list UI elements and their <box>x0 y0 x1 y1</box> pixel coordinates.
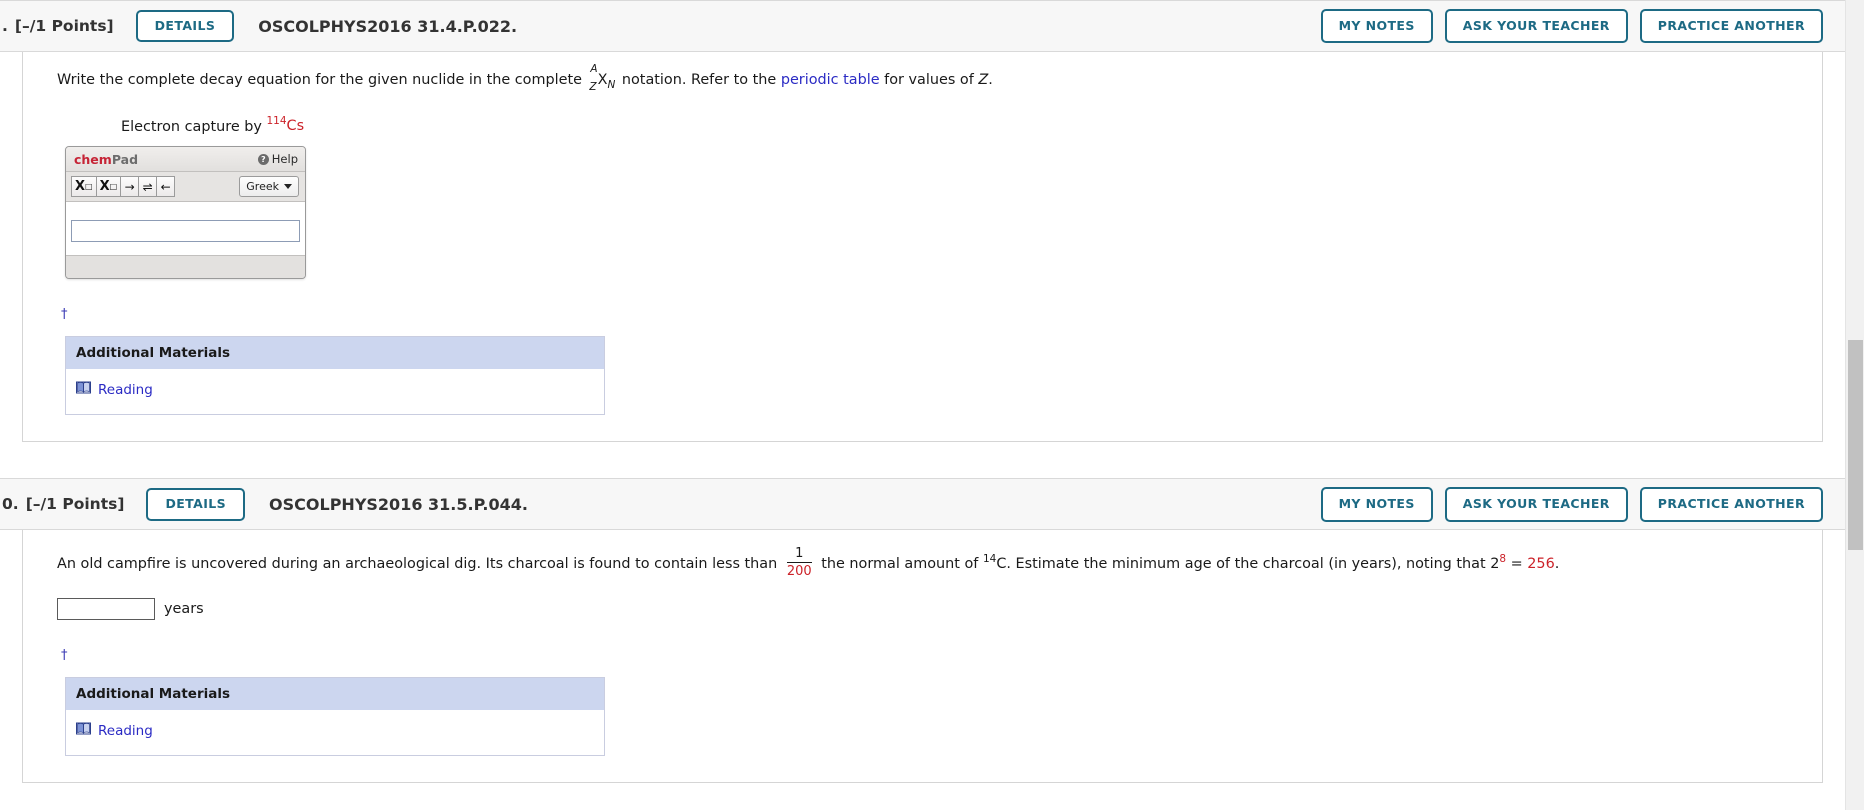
nuclide-atomic-number: Z <box>589 80 597 93</box>
question-prompt-2: An old campfire is uncovered during an a… <box>57 547 1808 580</box>
periodic-table-link[interactable]: periodic table <box>781 72 880 88</box>
answer-unit-label: years <box>164 601 204 618</box>
reading-label-1: Reading <box>98 381 153 398</box>
practice-another-button-2[interactable]: PRACTICE ANOTHER <box>1639 487 1823 522</box>
prompt2-text-part2: the normal amount of <box>821 556 979 573</box>
sub-prompt-text: Electron capture by <box>121 118 262 135</box>
additional-materials-panel-1: Additional Materials Reading <box>65 336 605 416</box>
nuclide-neutron-number: N <box>607 78 616 91</box>
reading-link-2[interactable]: Reading <box>76 722 153 739</box>
superscript-button[interactable]: X □ <box>95 176 122 198</box>
sub-prompt-electron-capture: Electron capture by 114Cs <box>121 116 1808 135</box>
chempad-header: chemPad ? Help <box>66 147 305 173</box>
question-code-1: OSCOLPHYS2016 31.4.P.022. <box>258 16 518 36</box>
details-button-2[interactable]: DETAILS <box>146 488 246 521</box>
book-icon <box>76 381 91 398</box>
ask-your-teacher-button-1[interactable]: ASK YOUR TEACHER <box>1444 8 1628 44</box>
answer-row-2: years <box>57 598 1808 621</box>
question-body-1: Write the complete decay equation for th… <box>23 52 1822 442</box>
equilibrium-arrow-button[interactable]: ⇌ <box>138 176 158 198</box>
my-notes-button-1[interactable]: MY NOTES <box>1320 8 1433 44</box>
additional-materials-header-1: Additional Materials <box>66 337 604 370</box>
chempad-input[interactable] <box>71 219 300 242</box>
prompt-variable-z: Z <box>978 72 989 88</box>
details-button-1[interactable]: DETAILS <box>135 9 235 43</box>
additional-materials-header-2: Additional Materials <box>66 678 604 711</box>
power-result: 256 <box>1527 556 1555 573</box>
prompt-text-part4: . <box>988 72 993 88</box>
chempad-widget[interactable]: chemPad ? Help X □ X □ → ⇌ ← Greek <box>65 146 306 280</box>
prompt-text-part1: Write the complete decay equation for th… <box>57 72 582 88</box>
chempad-title-accent: chem <box>74 151 112 167</box>
my-notes-button-2[interactable]: MY NOTES <box>1320 487 1433 522</box>
right-arrow-button[interactable]: → <box>120 176 140 198</box>
homework-page: . [–/1 Points] DETAILS OSCOLPHYS2016 31.… <box>0 0 1845 810</box>
question-body-2: An old campfire is uncovered during an a… <box>23 530 1822 783</box>
question-block-1: . [–/1 Points] DETAILS OSCOLPHYS2016 31.… <box>0 0 1845 443</box>
additional-materials-panel-2: Additional Materials Reading <box>65 677 605 757</box>
prompt2-text-part3: . Estimate the minimum age of the charco… <box>1006 556 1500 573</box>
question-points-1: [–/1 Points] <box>14 17 114 35</box>
reading-link-1[interactable]: Reading <box>76 381 153 398</box>
question-gap <box>0 442 1845 479</box>
superscript-box-icon: □ <box>109 182 118 192</box>
page-scrollbar[interactable] <box>1845 0 1864 810</box>
question-block-2: 0. [–/1 Points] DETAILS OSCOLPHYS2016 31… <box>0 478 1845 784</box>
chempad-footer <box>66 256 305 279</box>
question-prompt-1: Write the complete decay equation for th… <box>57 63 1808 94</box>
fraction-one-over-two-hundred: 1 200 <box>786 547 812 579</box>
chempad-toolbar: X □ X □ → ⇌ ← Greek <box>66 172 305 203</box>
practice-another-button-1[interactable]: PRACTICE ANOTHER <box>1639 8 1823 44</box>
question-number-1: . <box>2 17 8 35</box>
dagger-link-2[interactable]: † <box>61 648 68 663</box>
prompt2-text-part5: . <box>1554 556 1560 573</box>
scrollbar-thumb[interactable] <box>1848 340 1863 550</box>
prompt2-text-part4: = <box>1506 556 1528 573</box>
left-arrow-button[interactable]: ← <box>156 176 176 198</box>
question-header-2: 0. [–/1 Points] DETAILS OSCOLPHYS2016 31… <box>0 478 1845 531</box>
book-icon <box>76 722 91 739</box>
prompt-text-part3: for values of <box>884 72 974 88</box>
ask-your-teacher-button-2[interactable]: ASK YOUR TEACHER <box>1444 487 1628 522</box>
chempad-title-rest: Pad <box>111 151 139 167</box>
chempad-help-button[interactable]: ? Help <box>257 152 298 167</box>
question-code-2: OSCOLPHYS2016 31.5.P.044. <box>269 494 528 514</box>
reading-label-2: Reading <box>98 722 153 739</box>
subscript-box-icon: □ <box>85 182 93 192</box>
fraction-denominator: 200 <box>786 563 812 579</box>
carbon-mass-number: 14 <box>982 553 997 566</box>
isotope-element-symbol: Cs <box>286 118 305 135</box>
bottom-fill <box>0 783 1845 810</box>
nuclide-mass-number: A <box>590 62 598 75</box>
isotope-mass-number: 114 <box>266 115 287 128</box>
dagger-link-1[interactable]: † <box>61 307 68 322</box>
question-number-2: 0. <box>2 495 19 514</box>
chempad-title: chemPad <box>74 152 138 167</box>
additional-materials-body-1: Reading <box>66 369 604 415</box>
chevron-down-icon <box>284 184 292 190</box>
prompt-text-part2: notation. Refer to the <box>621 72 777 88</box>
answer-input-years[interactable] <box>57 598 155 621</box>
subscript-button[interactable]: X □ <box>71 176 97 198</box>
greek-dropdown[interactable]: Greek <box>239 176 299 198</box>
help-icon: ? <box>257 153 269 165</box>
chempad-help-label: Help <box>271 152 298 167</box>
prompt2-text-part1: An old campfire is uncovered during an a… <box>57 556 778 573</box>
question-header-1: . [–/1 Points] DETAILS OSCOLPHYS2016 31.… <box>0 0 1845 52</box>
additional-materials-body-2: Reading <box>66 710 604 756</box>
carbon-isotope: 14C <box>982 553 1007 573</box>
isotope-label: 114Cs <box>266 115 305 135</box>
nuclide-notation: A Z XN <box>589 63 616 94</box>
nuclide-symbol: X <box>597 72 608 88</box>
greek-dropdown-label: Greek <box>246 180 279 194</box>
question-points-2: [–/1 Points] <box>25 495 125 514</box>
fraction-numerator: 1 <box>786 547 812 563</box>
carbon-symbol: C <box>996 556 1007 573</box>
chempad-canvas <box>66 202 305 257</box>
